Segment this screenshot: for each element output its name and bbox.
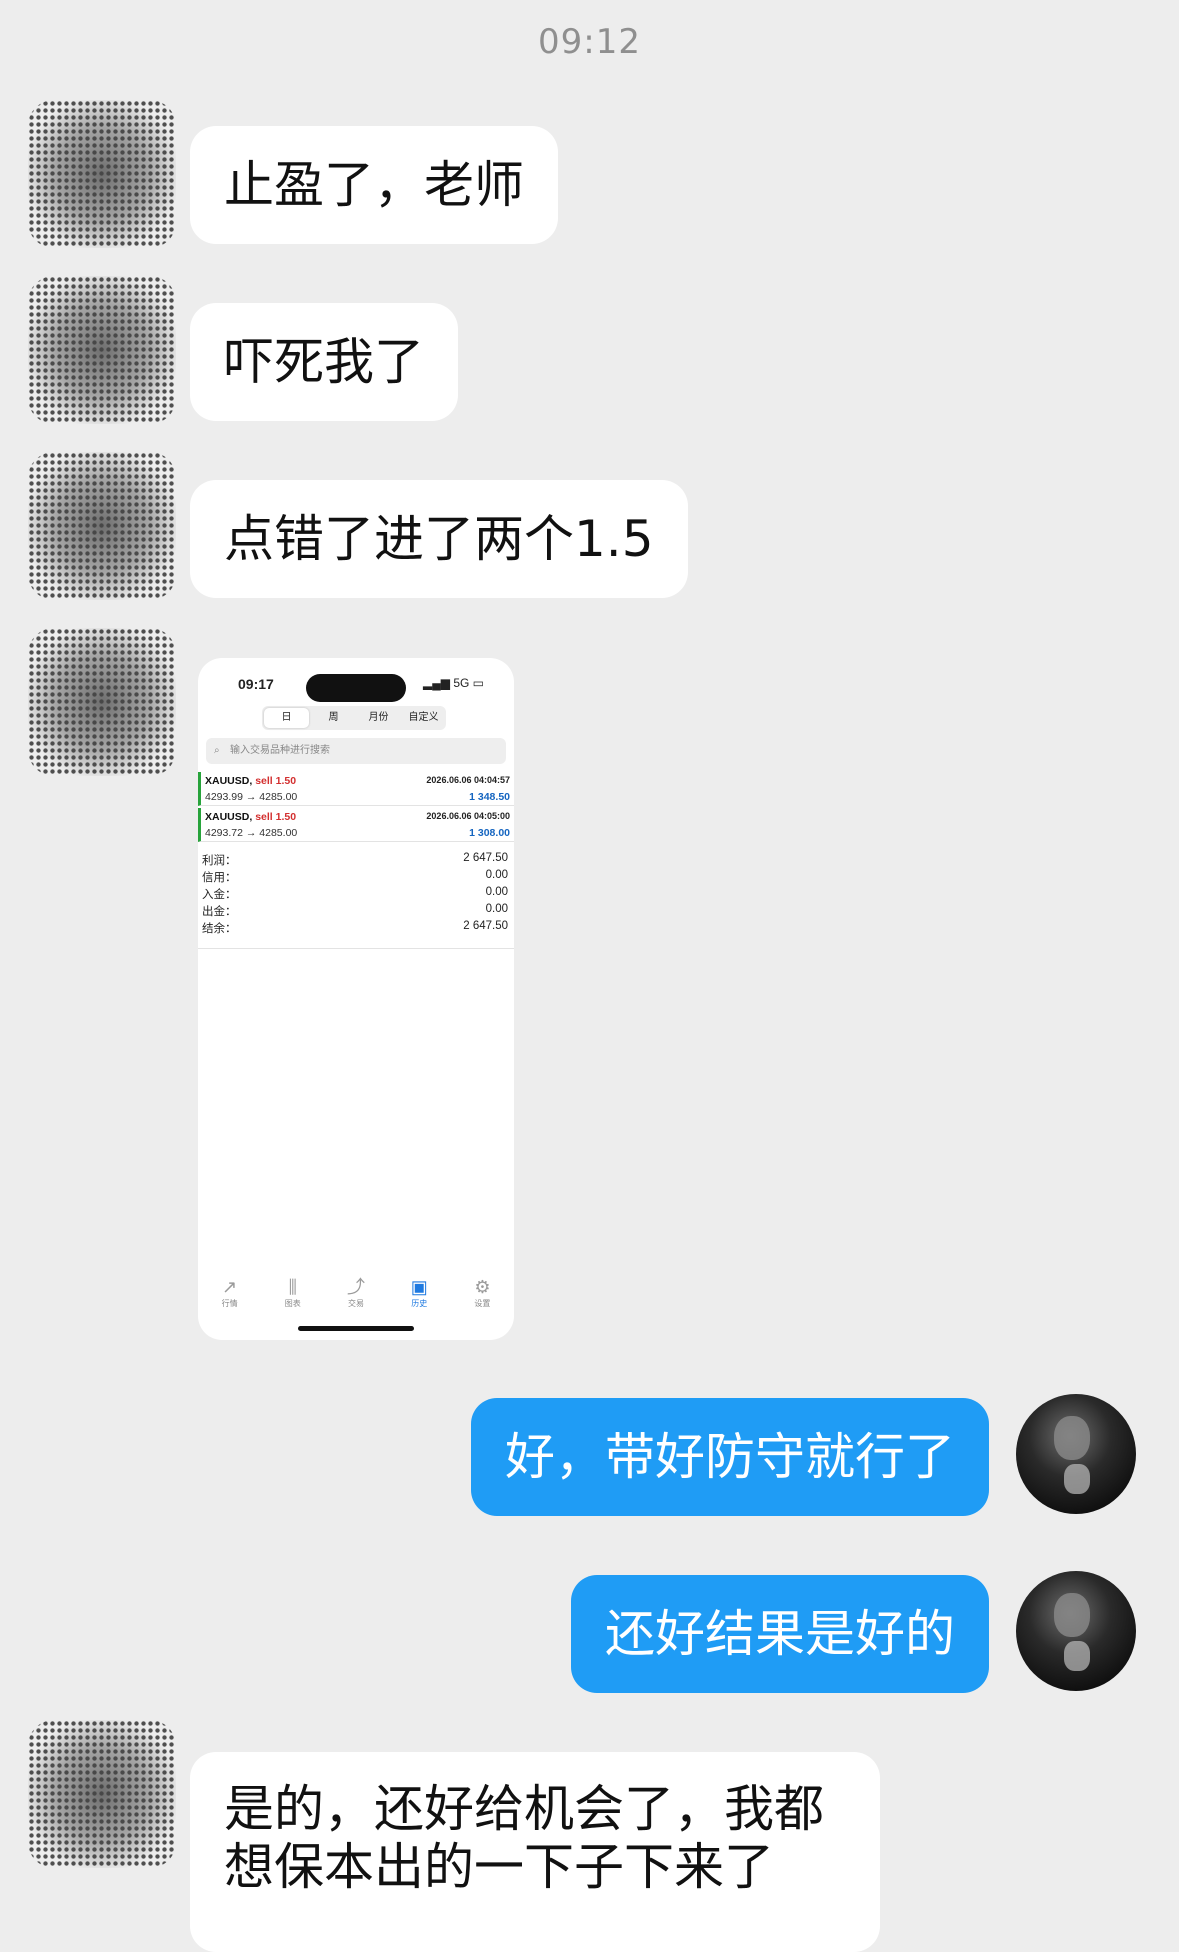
trade-symbol: XAUUSD,	[205, 775, 253, 787]
dynamic-island	[306, 674, 406, 702]
period-day-tab[interactable]: 日	[264, 708, 309, 728]
summary-label: 入金：	[202, 889, 237, 901]
message-bubble-incoming[interactable]: 是的，还好给机会了，我都 想保本出的一下子下来了	[190, 1752, 880, 1952]
tab-quotes[interactable]: ↗ 行情	[198, 1276, 261, 1316]
trade-datetime: 2026.06.06 04:05:00	[426, 811, 510, 821]
summary-row: 利润： 2 647.50	[202, 852, 508, 869]
bottom-tab-bar: ↗ 行情 ⫼ 图表 ⤴ 交易 ▣ 历史 ⚙ 设置	[198, 1276, 514, 1316]
status-time: 09:17	[238, 676, 274, 692]
period-month-tab[interactable]: 月份	[356, 706, 401, 730]
period-custom-tab[interactable]: 自定义	[401, 706, 446, 730]
status-bar: 09:17 ▂▄▆ 5G ▭	[198, 674, 514, 702]
summary-value: 0.00	[485, 869, 508, 881]
inbox-icon: ▣	[410, 1277, 428, 1297]
user-avatar[interactable]	[1016, 1394, 1136, 1514]
contact-avatar[interactable]	[28, 452, 176, 600]
avatar-face	[1054, 1593, 1090, 1637]
summary-label: 信用：	[202, 872, 237, 884]
message-bubble-incoming[interactable]: 止盈了，老师	[190, 126, 558, 244]
message-text: 想保本出的一下子下来了	[224, 1838, 774, 1896]
search-icon: ⌕	[214, 745, 220, 756]
trade-icon: ⤴	[347, 1277, 365, 1297]
message-bubble-incoming[interactable]: 吓死我了	[190, 303, 458, 421]
summary-value: 0.00	[485, 903, 508, 915]
summary-label: 出金：	[202, 906, 237, 918]
trend-icon: ↗	[222, 1277, 238, 1297]
summary-label: 利润：	[202, 855, 237, 867]
summary-row: 出金： 0.00	[202, 903, 508, 920]
message-bubble-outgoing[interactable]: 还好结果是好的	[571, 1575, 989, 1693]
image-message[interactable]: 09:17 ▂▄▆ 5G ▭ 日 周 月份 自定义 ⌕ 输入交易品种进行搜索 X…	[198, 658, 514, 1340]
avatar-face	[1054, 1416, 1090, 1460]
contact-avatar[interactable]	[28, 1720, 176, 1868]
tab-chart[interactable]: ⫼ 图表	[261, 1276, 324, 1316]
summary-row: 信用： 0.00	[202, 869, 508, 886]
message-text: 是的，还好给机会了，我都	[224, 1780, 824, 1838]
contact-avatar[interactable]	[28, 276, 176, 424]
tab-label: 设置	[474, 1299, 491, 1308]
message-text: 还好结果是好的	[605, 1605, 955, 1663]
message-text: 好，带好防守就行了	[505, 1428, 955, 1486]
contact-avatar[interactable]	[28, 100, 176, 248]
contact-avatar[interactable]	[28, 628, 176, 776]
tab-history[interactable]: ▣ 历史	[388, 1276, 451, 1316]
tab-settings[interactable]: ⚙ 设置	[451, 1276, 514, 1316]
trade-side: sell 1.50	[255, 811, 297, 823]
gear-icon: ⚙	[474, 1277, 491, 1297]
candlestick-icon: ⫼	[288, 1277, 297, 1297]
trade-side: sell 1.50	[255, 775, 297, 787]
trade-prices: 4293.72 → 4285.00	[205, 827, 298, 839]
avatar-hand	[1064, 1641, 1090, 1671]
trade-profit: 1 348.50	[469, 791, 510, 803]
tab-label: 历史	[411, 1299, 428, 1308]
tab-trade[interactable]: ⤴ 交易	[324, 1276, 387, 1316]
signal-icon: ▂▄▆ 5G ▭	[423, 676, 484, 690]
message-text: 点错了进了两个1.5	[224, 510, 654, 568]
message-bubble-incoming[interactable]: 点错了进了两个1.5	[190, 480, 688, 598]
trade-prices: 4293.99 → 4285.00	[205, 791, 298, 803]
divider	[198, 948, 514, 949]
trade-datetime: 2026.06.06 04:04:57	[426, 775, 510, 785]
summary-value: 0.00	[485, 886, 508, 898]
trade-row[interactable]: XAUUSD, sell 1.50 4293.99 → 4285.00 2026…	[198, 772, 514, 806]
period-week-tab[interactable]: 周	[311, 706, 356, 730]
tab-label: 图表	[284, 1299, 301, 1308]
period-selector[interactable]: 日 周 月份 自定义	[262, 706, 446, 730]
summary-value: 2 647.50	[463, 852, 508, 864]
tab-label: 行情	[221, 1299, 238, 1308]
trade-symbol: XAUUSD,	[205, 811, 253, 823]
network-label: 5G	[453, 676, 470, 690]
summary-value: 2 647.50	[463, 920, 508, 932]
summary-row: 入金： 0.00	[202, 886, 508, 903]
trade-row[interactable]: XAUUSD, sell 1.50 4293.72 → 4285.00 2026…	[198, 808, 514, 842]
timestamp: 09:12	[538, 22, 641, 62]
trade-profit: 1 308.00	[469, 827, 510, 839]
summary-label: 结余：	[202, 923, 237, 935]
tab-label: 交易	[348, 1299, 364, 1308]
symbol-search-input[interactable]: ⌕ 输入交易品种进行搜索	[206, 738, 506, 764]
search-placeholder: 输入交易品种进行搜索	[230, 745, 330, 756]
user-avatar[interactable]	[1016, 1571, 1136, 1691]
message-text: 吓死我了	[224, 333, 424, 391]
message-text: 止盈了，老师	[224, 156, 524, 214]
avatar-hand	[1064, 1464, 1090, 1494]
message-bubble-outgoing[interactable]: 好，带好防守就行了	[471, 1398, 989, 1516]
home-indicator	[298, 1326, 414, 1331]
summary-row: 结余： 2 647.50	[202, 920, 508, 937]
